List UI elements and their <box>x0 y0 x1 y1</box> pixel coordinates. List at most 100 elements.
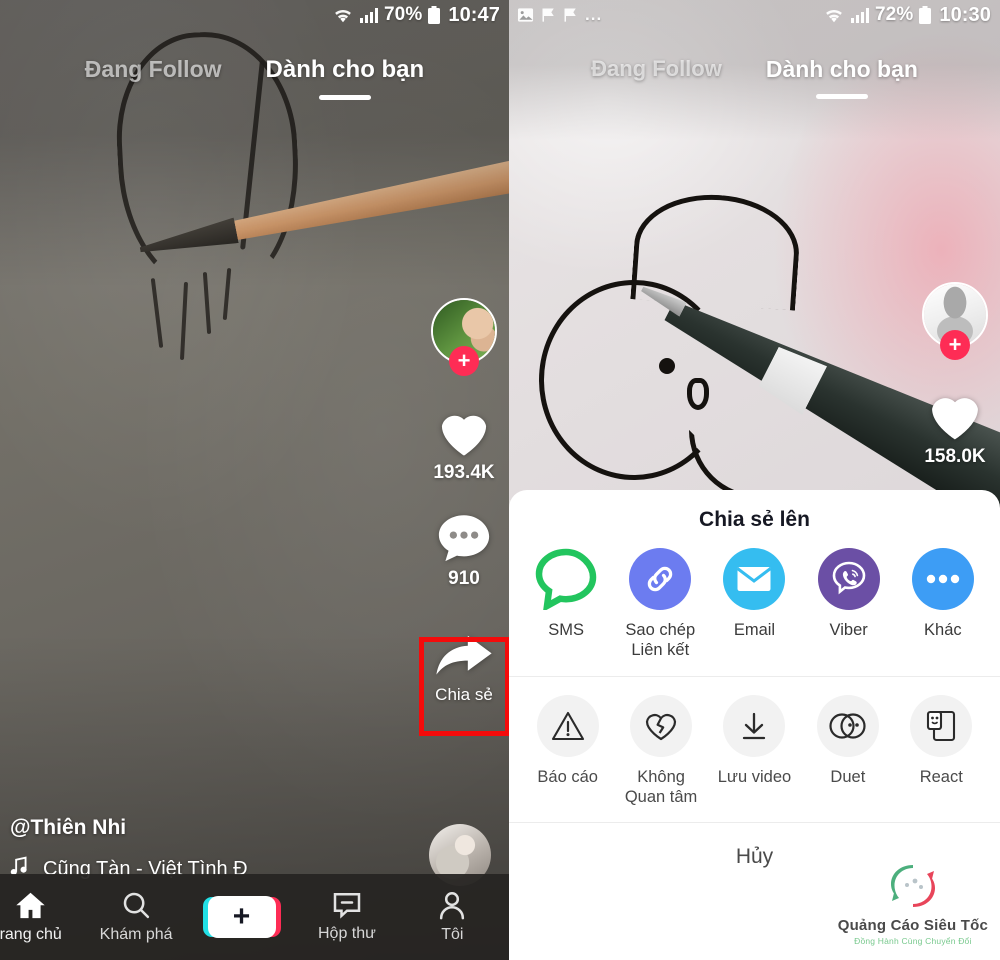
inbox-icon <box>333 893 361 919</box>
pencil-drawing-leg <box>150 278 164 348</box>
react-frames-icon <box>910 695 973 758</box>
tab-danh-cho-ban-label: Dành cho bạn <box>265 56 425 83</box>
like-button[interactable]: 193.4K <box>433 404 495 484</box>
share-option-viber[interactable]: Viber <box>805 548 893 640</box>
share-button[interactable]: Chia sẻ <box>433 632 495 705</box>
status-time: 10:47 <box>448 3 500 26</box>
like-count: 193.4K <box>433 462 495 483</box>
watermark: Quảng Cáo Siêu Tốc Đồng Hành Cùng Chuyển… <box>838 857 988 946</box>
broken-heart-icon <box>630 695 693 758</box>
action-react[interactable]: React <box>897 695 985 787</box>
nav-label-discover: Khám phá <box>99 926 173 943</box>
share-option-sms-label: SMS <box>548 621 584 639</box>
home-icon <box>16 892 45 919</box>
tab-dang-follow[interactable]: Đang Follow <box>85 56 222 83</box>
follow-avatar-item[interactable]: + <box>431 298 497 378</box>
link-chain-icon <box>629 548 692 610</box>
warning-triangle-icon <box>536 695 599 758</box>
tab-dang-follow[interactable]: Đang Follow <box>591 56 722 82</box>
right-status-notifications: ... <box>517 5 602 25</box>
wifi-icon <box>332 7 354 24</box>
nav-item-profile[interactable]: Tôi <box>400 891 505 944</box>
action-report[interactable]: Báo cáo <box>524 695 612 787</box>
action-duet[interactable]: Duet <box>804 695 892 787</box>
tab-active-underline <box>318 95 371 100</box>
signal-bars-icon <box>359 7 379 24</box>
plus-create-icon[interactable]: + <box>207 896 276 938</box>
tab-active-underline <box>815 94 868 99</box>
sms-bubble-icon <box>535 548 597 610</box>
share-option-sms[interactable]: SMS <box>522 548 610 640</box>
share-option-other[interactable]: Khác <box>899 548 987 640</box>
pencil-drawing-leg <box>179 281 189 361</box>
watermark-tagline: Đồng Hành Cùng Chuyển Đổi <box>854 936 972 946</box>
share-option-copy-link[interactable]: Sao chép Liên kết <box>616 548 704 660</box>
left-action-rail: + 193.4K 910 Chia sẻ <box>431 298 497 705</box>
username[interactable]: @Thiên Nhi <box>10 816 248 840</box>
comment-button[interactable]: 910 <box>435 510 493 590</box>
nav-item-create[interactable]: + <box>189 896 294 938</box>
swirl-logo-icon <box>890 865 935 907</box>
download-arrow-icon <box>723 695 786 758</box>
not-interested-line2: Quan tâm <box>624 788 698 807</box>
action-not-interested-label: Không Quan tâm <box>625 767 697 807</box>
follow-avatar-item[interactable]: + <box>922 282 988 362</box>
nav-item-discover[interactable]: Khám phá <box>83 890 188 944</box>
pencil-wood <box>223 153 509 249</box>
search-icon <box>123 892 150 919</box>
battery-percent: 72% <box>875 4 914 25</box>
action-not-interested[interactable]: Không Quan tâm <box>617 695 705 807</box>
right-status-right: 72% 10:30 <box>823 4 991 27</box>
flag-icon <box>541 7 556 23</box>
comment-icon[interactable] <box>435 510 493 564</box>
image-icon <box>517 7 534 23</box>
tab-danh-cho-ban[interactable]: Dành cho bạn <box>765 56 918 99</box>
action-save-video[interactable]: Lưu video <box>710 695 798 787</box>
watermark-brand: Quảng Cáo Siêu Tốc <box>837 917 988 934</box>
bear-drawing-ear <box>630 189 803 311</box>
wifi-icon <box>823 7 845 24</box>
tab-danh-cho-ban[interactable]: Dành cho bạn <box>265 56 425 100</box>
share-actions-row: Báo cáo Không Quan tâm Lưu video Duet Re… <box>509 676 1000 821</box>
tab-danh-cho-ban-label: Dành cho bạn <box>765 56 918 82</box>
comment-count: 910 <box>448 568 480 589</box>
bear-drawing-mouth <box>687 378 709 410</box>
nav-item-inbox[interactable]: Hộp thư <box>294 891 399 943</box>
battery-percent: 70% <box>384 4 423 25</box>
share-apps-row: SMS Sao chép Liên kết Email Viber Khác <box>509 538 1000 676</box>
like-button[interactable]: 158.0K <box>924 386 986 468</box>
nav-item-home[interactable]: rang chủ <box>0 890 83 944</box>
action-react-label: React <box>919 768 963 787</box>
status-time: 10:30 <box>939 3 991 26</box>
avatar-wrap[interactable]: + <box>431 298 497 376</box>
right-action-rail: + 158.0K <box>922 282 988 468</box>
action-save-video-label: Lưu video <box>717 768 792 787</box>
pen-nib <box>639 282 687 317</box>
copy-link-line1: Sao chép <box>625 621 696 639</box>
more-dots-icon <box>911 548 974 610</box>
avatar-wrap[interactable]: + <box>922 282 988 360</box>
pencil-drawing-leg <box>222 267 232 321</box>
follow-plus-badge[interactable]: + <box>940 330 970 360</box>
heart-icon[interactable] <box>924 386 986 442</box>
heart-icon[interactable] <box>434 404 494 458</box>
bear-drawing-head <box>539 280 729 480</box>
share-sheet-title: Chia sẻ lên <box>699 508 810 531</box>
viber-phone-icon <box>817 548 880 610</box>
bear-drawing-eye <box>659 358 675 374</box>
share-option-email[interactable]: Email <box>710 548 798 640</box>
not-interested-line1: Không <box>637 768 685 787</box>
copy-link-line2: Liên kết <box>631 641 690 660</box>
action-report-label: Báo cáo <box>537 768 598 787</box>
share-arrow-icon[interactable] <box>433 632 495 682</box>
follow-plus-badge[interactable]: + <box>449 346 479 376</box>
left-top-tabs: Đang Follow Dành cho bạn <box>0 56 509 100</box>
flag-icon <box>563 7 578 23</box>
battery-icon <box>918 5 932 25</box>
dual-phone-screenshot: 70% 10:47 Đang Follow Dành cho bạn + 193… <box>0 0 1000 960</box>
envelope-icon <box>723 548 786 610</box>
pen-band <box>753 327 835 420</box>
battery-icon <box>427 5 441 25</box>
left-status-bar: 70% 10:47 <box>0 0 509 30</box>
profile-person-icon <box>440 891 465 919</box>
